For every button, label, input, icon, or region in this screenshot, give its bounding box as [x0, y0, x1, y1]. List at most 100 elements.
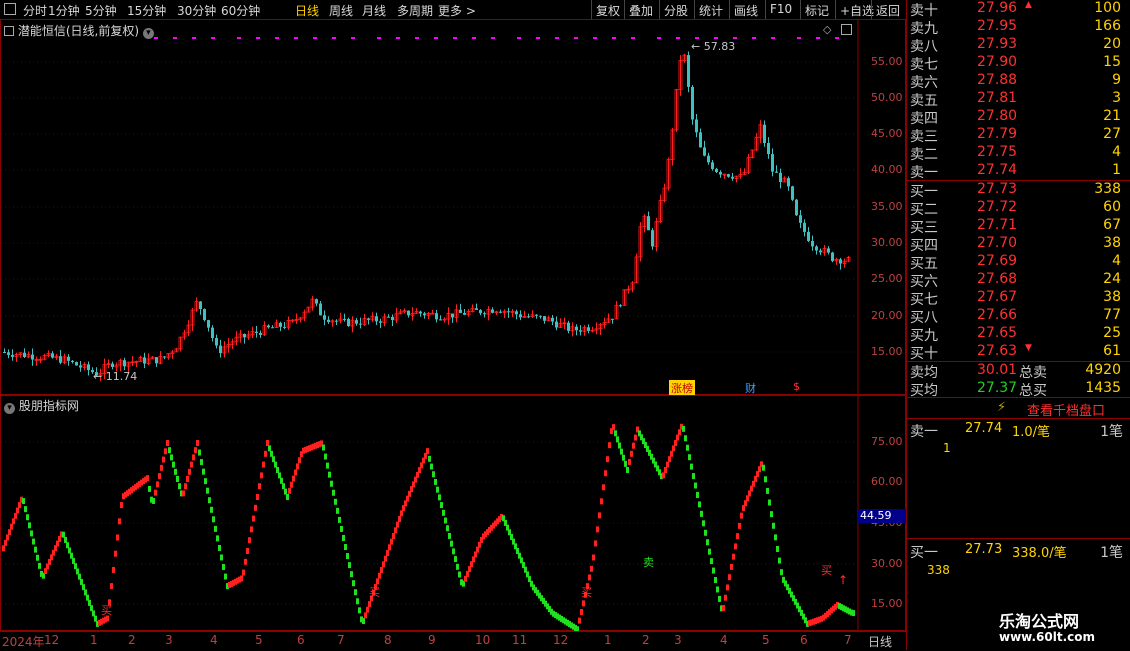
price-y-tick: 35.00: [871, 200, 903, 213]
bid-row[interactable]: 买八 27.66 77: [907, 307, 1130, 326]
toolbar-button-8[interactable]: 返回: [876, 2, 900, 19]
watermark: 乐淘公式网 www.60lt.com: [999, 612, 1096, 644]
toolbar-button-2[interactable]: 分股: [664, 2, 688, 19]
toolbar-button-7[interactable]: +自选: [840, 2, 874, 19]
indicator-y-tick: 75.00: [871, 435, 903, 448]
avg-buy-row: 买均 27.37 总买 1435: [910, 380, 1121, 399]
ask-row[interactable]: 卖九 27.95 166: [907, 18, 1130, 37]
time-axis-label: 7: [337, 633, 345, 647]
period-tab-10[interactable]: 更多 >: [438, 2, 476, 19]
ask-row[interactable]: 卖四 27.80 21: [907, 108, 1130, 127]
lightning-icon: ⚡: [997, 400, 1007, 415]
up-arrow-icon: ▲: [1025, 0, 1032, 10]
toolbar-button-4[interactable]: 画线: [734, 2, 758, 19]
time-axis-label: 10: [475, 633, 491, 647]
bid-row[interactable]: 买三 27.71 67: [907, 217, 1130, 236]
time-axis: 2024年 12 1 2 3 4 5 6 7 8 9 10 11 12 1 2 3 4 5 6 7 日线: [0, 631, 906, 651]
finance-marker[interactable]: 财: [745, 380, 756, 396]
time-axis-label: 4: [720, 633, 728, 647]
bid1-detail-row: 买一 27.73 338.0/笔 1笔: [910, 542, 1123, 561]
bid-row[interactable]: 买七 27.67 38: [907, 289, 1130, 308]
bid-row[interactable]: 买五 27.69 4: [907, 253, 1130, 272]
period-tab-6[interactable]: 日线: [295, 2, 319, 19]
dollar-marker[interactable]: $: [793, 380, 800, 393]
bid-row[interactable]: 买九 27.65 25: [907, 325, 1130, 344]
indicator-y-tick: 60.00: [871, 475, 903, 488]
bid-row[interactable]: 买四 27.70 38: [907, 235, 1130, 254]
time-axis-label: 11: [512, 633, 528, 647]
toolbar-button-1[interactable]: 叠加: [629, 2, 653, 19]
sell-signal-marker: 卖: [643, 556, 654, 569]
ask-row[interactable]: 卖六 27.88 9: [907, 72, 1130, 91]
time-axis-label: 1: [90, 633, 98, 647]
bid-row[interactable]: 买二 27.72 60: [907, 199, 1130, 218]
time-axis-label: 1: [604, 633, 612, 647]
period-tab-1[interactable]: 1分钟: [48, 2, 80, 19]
time-axis-label: 4: [210, 633, 218, 647]
current-value-tag: 44.59: [858, 509, 906, 523]
limit-up-marker[interactable]: 涨榜: [669, 380, 695, 396]
price-y-tick: 25.00: [871, 272, 903, 285]
period-tab-7[interactable]: 周线: [329, 2, 353, 19]
ask-row[interactable]: 卖七 27.90 15: [907, 54, 1130, 73]
time-axis-label: 9: [428, 633, 436, 647]
ask-row[interactable]: 卖十 27.96 ▲ 100: [907, 0, 1130, 19]
down-arrow-icon: ▼: [1025, 343, 1032, 353]
price-y-tick: 50.00: [871, 91, 903, 104]
order-book-panel: 卖十 27.96 ▲ 100 卖九 27.95 166 卖八 27.93 20 卖七 27.90 15 卖…: [906, 0, 1130, 650]
period-label: 日线: [868, 635, 893, 649]
ask1-detail-row: 卖一 27.74 1.0/笔 1笔: [910, 421, 1123, 440]
time-axis-label: 3: [674, 633, 682, 647]
high-price-label: ← 57.83: [691, 40, 735, 53]
period-tab-9[interactable]: 多周期: [397, 2, 433, 19]
toolbar-button-3[interactable]: 统计: [699, 2, 723, 19]
period-tab-4[interactable]: 30分钟: [177, 2, 216, 19]
ask-row[interactable]: 卖三 27.79 27: [907, 126, 1130, 145]
indicator-panel[interactable]: ▾ 股朋指标网 买买买买卖↑ 75.0060.0045.0030.0015.00…: [0, 395, 906, 632]
period-tab-0[interactable]: 分时: [23, 2, 47, 19]
time-axis-label: 12: [44, 633, 60, 647]
ask-row[interactable]: 卖五 27.81 3: [907, 90, 1130, 109]
indicator-chart: 买买 买买卖↑: [1, 396, 859, 632]
buy-signal-marker: 买: [101, 604, 112, 617]
ask-row[interactable]: 卖二 27.75 4: [907, 144, 1130, 163]
ask-row[interactable]: 卖八 27.93 20: [907, 36, 1130, 55]
price-y-tick: 55.00: [871, 55, 903, 68]
period-tab-5[interactable]: 60分钟: [221, 2, 260, 19]
low-price-label: ← 11.74: [93, 370, 137, 383]
price-y-tick: 45.00: [871, 127, 903, 140]
period-tab-8[interactable]: 月线: [362, 2, 386, 19]
up-arrow-icon: ↑: [838, 573, 848, 587]
buy-signal-marker: 买: [821, 564, 832, 577]
toolbar-button-0[interactable]: 复权: [596, 2, 620, 19]
time-axis-label: 5: [255, 633, 263, 647]
price-y-tick: 15.00: [871, 345, 903, 358]
time-axis-label: 5: [762, 633, 770, 647]
ask-row[interactable]: 卖一 27.74 1: [907, 162, 1130, 181]
time-axis-label: 2: [642, 633, 650, 647]
time-axis-label: 2024年: [2, 635, 45, 649]
window-icon[interactable]: [4, 3, 16, 15]
toolbar-button-6[interactable]: 标记: [805, 2, 829, 19]
period-toolbar: 分时 1分钟 5分钟 15分钟 30分钟 60分钟 日线 周线 月线 多周期 更多 > 复权 叠加 分股…: [0, 0, 906, 20]
bid-row[interactable]: 买十 27.63 ▼ 61: [907, 343, 1130, 362]
time-axis-label: 6: [297, 633, 305, 647]
price-y-tick: 40.00: [871, 163, 903, 176]
candlestick-chart: ← 57.83 ← 11.74: [1, 20, 859, 396]
time-axis-label: 7: [844, 633, 852, 647]
buy-signal-marker: 买: [369, 586, 380, 599]
time-axis-label: 8: [384, 633, 392, 647]
bid-row[interactable]: 买六 27.68 24: [907, 271, 1130, 290]
period-tab-2[interactable]: 5分钟: [85, 2, 117, 19]
price-y-tick: 30.00: [871, 236, 903, 249]
price-chart-panel[interactable]: 潜能恒信(日线,前复权) ▾ ◇ ← 57.83 ← 11.74 55.00 50.…: [0, 19, 906, 396]
period-tab-3[interactable]: 15分钟: [127, 2, 166, 19]
price-y-tick: 20.00: [871, 309, 903, 322]
toolbar-button-5[interactable]: F10: [770, 2, 792, 16]
time-axis-label: 2: [128, 633, 136, 647]
bid-row[interactable]: 买一 27.73 338: [907, 181, 1130, 200]
avg-sell-row: 卖均 30.01 总卖 4920: [910, 362, 1121, 381]
depth-button[interactable]: 查看千档盘口: [1027, 400, 1105, 419]
indicator-y-tick: 15.00: [871, 597, 903, 610]
time-axis-label: 3: [165, 633, 173, 647]
